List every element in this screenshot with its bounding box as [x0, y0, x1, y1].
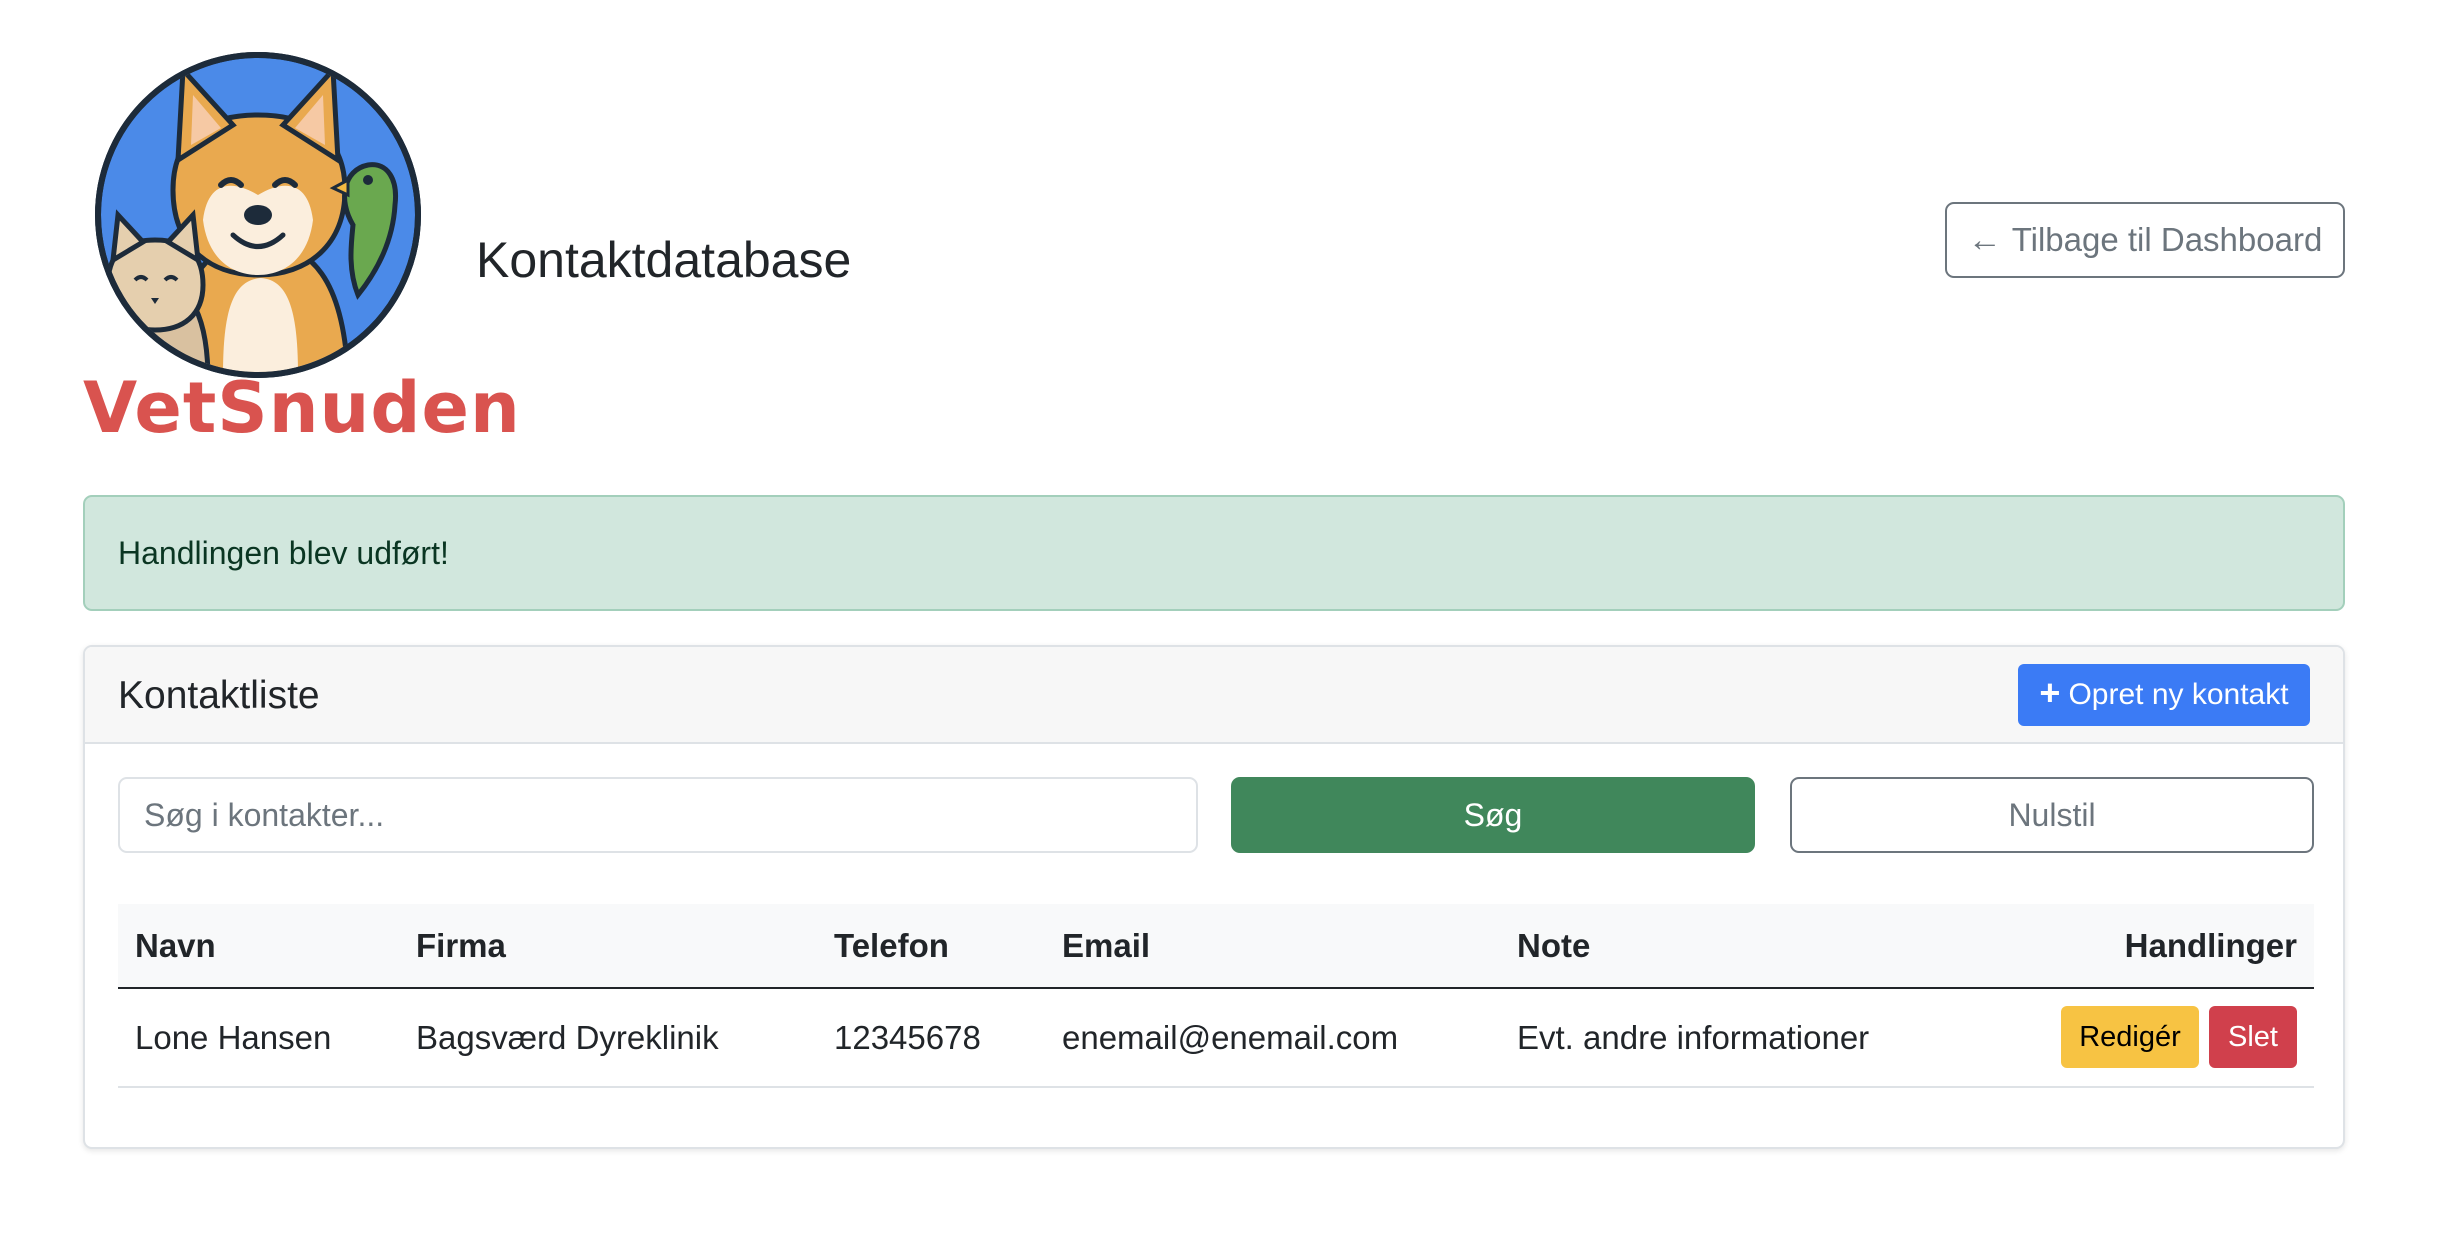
column-header-name: Navn: [135, 927, 216, 964]
card-title: Kontaktliste: [118, 674, 320, 717]
delete-button-label: Slet: [2228, 1020, 2278, 1053]
back-to-dashboard-label: Tilbage til Dashboard: [2011, 221, 2323, 258]
header: VetSnuden Kontaktdatabase ← Tilbage til …: [83, 30, 2345, 450]
search-input[interactable]: [118, 777, 1198, 853]
contacts-table: Navn Firma Telefon Email Note Handlinger…: [118, 904, 2314, 1088]
column-header-actions: Handlinger: [2124, 927, 2297, 964]
column-header-email: Email: [1062, 927, 1151, 964]
search-button[interactable]: Søg: [1231, 777, 1755, 853]
page-title: Kontaktdatabase: [476, 232, 852, 288]
cell-company: Bagsværd Dyreklinik: [416, 1019, 719, 1056]
create-contact-button[interactable]: + Opret ny kontakt: [2018, 664, 2310, 726]
cell-name: Lone Hansen: [135, 1019, 332, 1056]
column-header-note: Note: [1517, 927, 1591, 964]
arrow-left-icon: ←: [1967, 221, 2002, 259]
page: VetSnuden Kontaktdatabase ← Tilbage til …: [0, 0, 2452, 1260]
back-to-dashboard-button[interactable]: ← Tilbage til Dashboard: [1945, 202, 2345, 278]
logo-wordmark: VetSnuden: [83, 367, 521, 449]
alert-message: Handlingen blev udført!: [118, 534, 449, 571]
reset-button[interactable]: Nulstil: [1790, 777, 2314, 853]
card-header: Kontaktliste + Opret ny kontakt: [85, 647, 2343, 744]
delete-button[interactable]: Slet: [2209, 1006, 2297, 1068]
contact-list-card: Kontaktliste + Opret ny kontakt Søg Nuls…: [83, 645, 2345, 1149]
cell-phone: 12345678: [834, 1019, 981, 1056]
search-button-label: Søg: [1463, 796, 1523, 833]
cell-note: Evt. andre informationer: [1517, 1019, 1870, 1056]
row-actions: Redigér Slet: [2061, 1006, 2297, 1068]
cell-email: enemail@enemail.com: [1062, 1019, 1399, 1056]
reset-button-label: Nulstil: [2008, 796, 2096, 833]
column-header-phone: Telefon: [834, 927, 949, 964]
edit-button[interactable]: Redigér: [2061, 1006, 2199, 1068]
table-row: Lone Hansen Bagsværd Dyreklinik 12345678…: [118, 989, 2314, 1088]
column-header-company: Firma: [416, 927, 506, 964]
plus-icon: +: [2039, 672, 2061, 713]
create-contact-label: Opret ny kontakt: [2068, 678, 2289, 711]
vetsnuden-logo: VetSnuden: [83, 30, 521, 450]
edit-button-label: Redigér: [2079, 1020, 2181, 1053]
table-header: Navn Firma Telefon Email Note Handlinger: [118, 904, 2314, 989]
success-alert: Handlingen blev udført!: [83, 495, 2345, 611]
